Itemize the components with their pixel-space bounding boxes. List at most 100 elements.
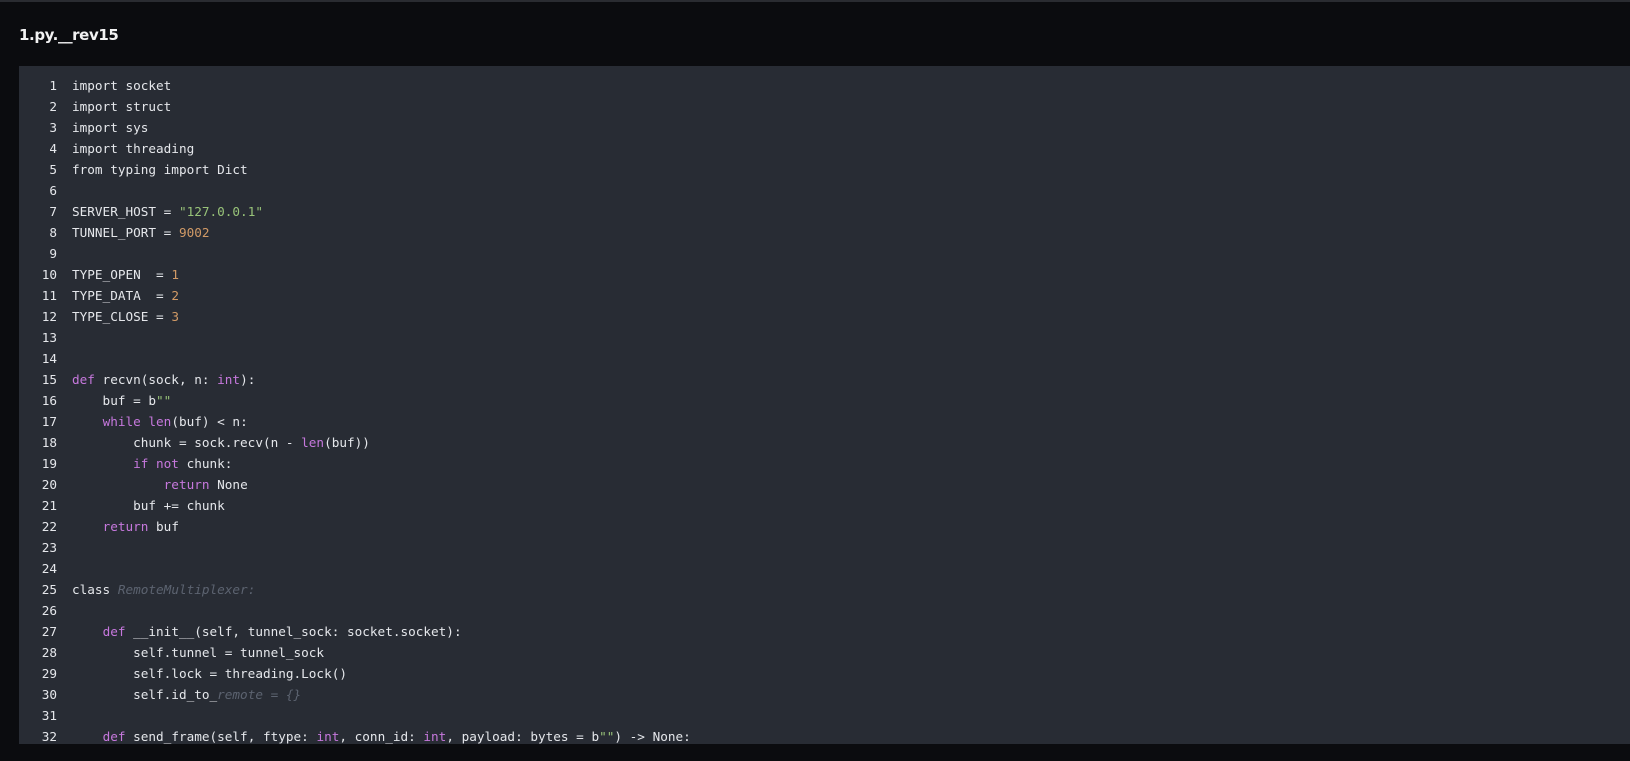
code-line[interactable]: 2 import struct — [19, 96, 691, 117]
code-token: import threading — [72, 141, 195, 156]
line-source: TYPE_CLOSE = 3 — [57, 306, 179, 327]
code-line[interactable]: 5 from typing import Dict — [19, 159, 691, 180]
line-number: 23 — [41, 540, 57, 555]
line-number: 32 — [41, 729, 57, 744]
code-token: self.id_to_ — [72, 687, 218, 702]
code-token: TYPE_CLOSE = — [72, 309, 172, 324]
line-source: def send_frame(self, ftype: int, conn_id… — [57, 726, 691, 744]
code-line[interactable]: 7 SERVER_HOST = "127.0.0.1" — [19, 201, 691, 222]
code-line[interactable]: 29 self.lock = threading.Lock() — [19, 663, 691, 684]
code-token: while — [102, 414, 141, 429]
line-number: 13 — [41, 330, 57, 345]
code-token: self.lock = threading.Lock() — [72, 666, 347, 681]
code-line[interactable]: 28 self.tunnel = tunnel_sock — [19, 642, 691, 663]
code-line[interactable]: 21 buf += chunk — [19, 495, 691, 516]
code-line[interactable]: 14 — [19, 348, 691, 369]
code-token: chunk = sock.recv(n - — [72, 435, 302, 450]
code-line[interactable]: 26 — [19, 600, 691, 621]
code-token: buf — [148, 519, 179, 534]
code-token: remote = {} — [217, 687, 302, 702]
code-token: buf = b — [72, 393, 157, 408]
line-source — [57, 558, 72, 579]
code-line[interactable]: 3 import sys — [19, 117, 691, 138]
code-token: int — [423, 729, 447, 744]
line-source: import socket — [57, 75, 171, 96]
line-number: 21 — [41, 498, 57, 513]
code-line[interactable]: 22 return buf — [19, 516, 691, 537]
code-token: (buf)) — [324, 435, 370, 450]
line-source — [57, 705, 72, 726]
line-source: import sys — [57, 117, 148, 138]
code-line[interactable]: 20 return None — [19, 474, 691, 495]
line-source — [57, 600, 72, 621]
line-number: 6 — [49, 183, 57, 198]
code-token: None — [209, 477, 248, 492]
code-token: 3 — [171, 309, 179, 324]
line-number: 15 — [41, 372, 57, 387]
line-number: 25 — [41, 582, 57, 597]
code-token: from typing import Dict — [72, 162, 248, 177]
code-token: len — [301, 435, 325, 450]
line-source: chunk = sock.recv(n - len(buf)) — [57, 432, 370, 453]
code-line[interactable]: 15 def recvn(sock, n: int): — [19, 369, 691, 390]
code-line[interactable]: 9 — [19, 243, 691, 264]
line-source: class RemoteMultiplexer: — [57, 579, 255, 600]
line-number: 5 — [49, 162, 57, 177]
code-line[interactable]: 32 def send_frame(self, ftype: int, conn… — [19, 726, 691, 744]
line-number: 29 — [41, 666, 57, 681]
window-top-border — [0, 0, 1630, 2]
code-line[interactable]: 16 buf = b"" — [19, 390, 691, 411]
code-token: send_frame(self, ftype: — [125, 729, 317, 744]
code-token: buf += chunk — [72, 498, 225, 513]
code-line[interactable]: 6 — [19, 180, 691, 201]
code-line[interactable]: 11 TYPE_DATA = 2 — [19, 285, 691, 306]
code-line[interactable]: 12 TYPE_CLOSE = 3 — [19, 306, 691, 327]
line-source: TUNNEL_PORT = 9002 — [57, 222, 210, 243]
line-source: self.lock = threading.Lock() — [57, 663, 347, 684]
code-token: __init__(self, tunnel_sock: socket.socke… — [125, 624, 462, 639]
line-number: 28 — [41, 645, 57, 660]
code-line[interactable]: 18 chunk = sock.recv(n - len(buf)) — [19, 432, 691, 453]
code-token: class — [72, 582, 118, 597]
code-line[interactable]: 27 def __init__(self, tunnel_sock: socke… — [19, 621, 691, 642]
code-line[interactable]: 17 while len(buf) < n: — [19, 411, 691, 432]
code-token: , payload: bytes = b — [446, 729, 600, 744]
code-line[interactable]: 19 if not chunk: — [19, 453, 691, 474]
code-line[interactable]: 4 import threading — [19, 138, 691, 159]
line-number: 12 — [41, 309, 57, 324]
code-line[interactable]: 25 class RemoteMultiplexer: — [19, 579, 691, 600]
code-line[interactable]: 10 TYPE_OPEN = 1 — [19, 264, 691, 285]
code-token: TUNNEL_PORT = — [72, 225, 179, 240]
code-token: def — [102, 624, 126, 639]
code-token: int — [217, 372, 241, 387]
code-token: if — [133, 456, 149, 471]
code-line[interactable]: 8 TUNNEL_PORT = 9002 — [19, 222, 691, 243]
code-line[interactable]: 23 — [19, 537, 691, 558]
code-line[interactable]: 30 self.id_to_remote = {} — [19, 684, 691, 705]
code-token: , conn_id: — [339, 729, 424, 744]
line-source: self.id_to_remote = {} — [57, 684, 301, 705]
code-token: TYPE_OPEN = — [72, 267, 172, 282]
code-token: import sys — [72, 120, 149, 135]
code-token: SERVER_HOST = — [72, 204, 179, 219]
line-number: 10 — [41, 267, 57, 282]
line-source: TYPE_DATA = 2 — [57, 285, 179, 306]
line-number: 14 — [41, 351, 57, 366]
code-line[interactable]: 31 — [19, 705, 691, 726]
line-number: 20 — [41, 477, 57, 492]
line-number: 31 — [41, 708, 57, 723]
code-line[interactable]: 1 import socket — [19, 75, 691, 96]
code-editor[interactable]: 1 import socket 2 import struct 3 import sys 4… — [19, 66, 1630, 744]
code-token: return — [102, 519, 149, 534]
line-source: SERVER_HOST = "127.0.0.1" — [57, 201, 263, 222]
code-token: int — [316, 729, 340, 744]
line-number: 24 — [41, 561, 57, 576]
line-number: 17 — [41, 414, 57, 429]
code-line[interactable]: 13 — [19, 327, 691, 348]
code-lines: 1 import socket 2 import struct 3 import sys 4… — [19, 75, 691, 744]
line-number: 22 — [41, 519, 57, 534]
line-source: def recvn(sock, n: int): — [57, 369, 255, 390]
line-number: 3 — [49, 120, 57, 135]
code-line[interactable]: 24 — [19, 558, 691, 579]
